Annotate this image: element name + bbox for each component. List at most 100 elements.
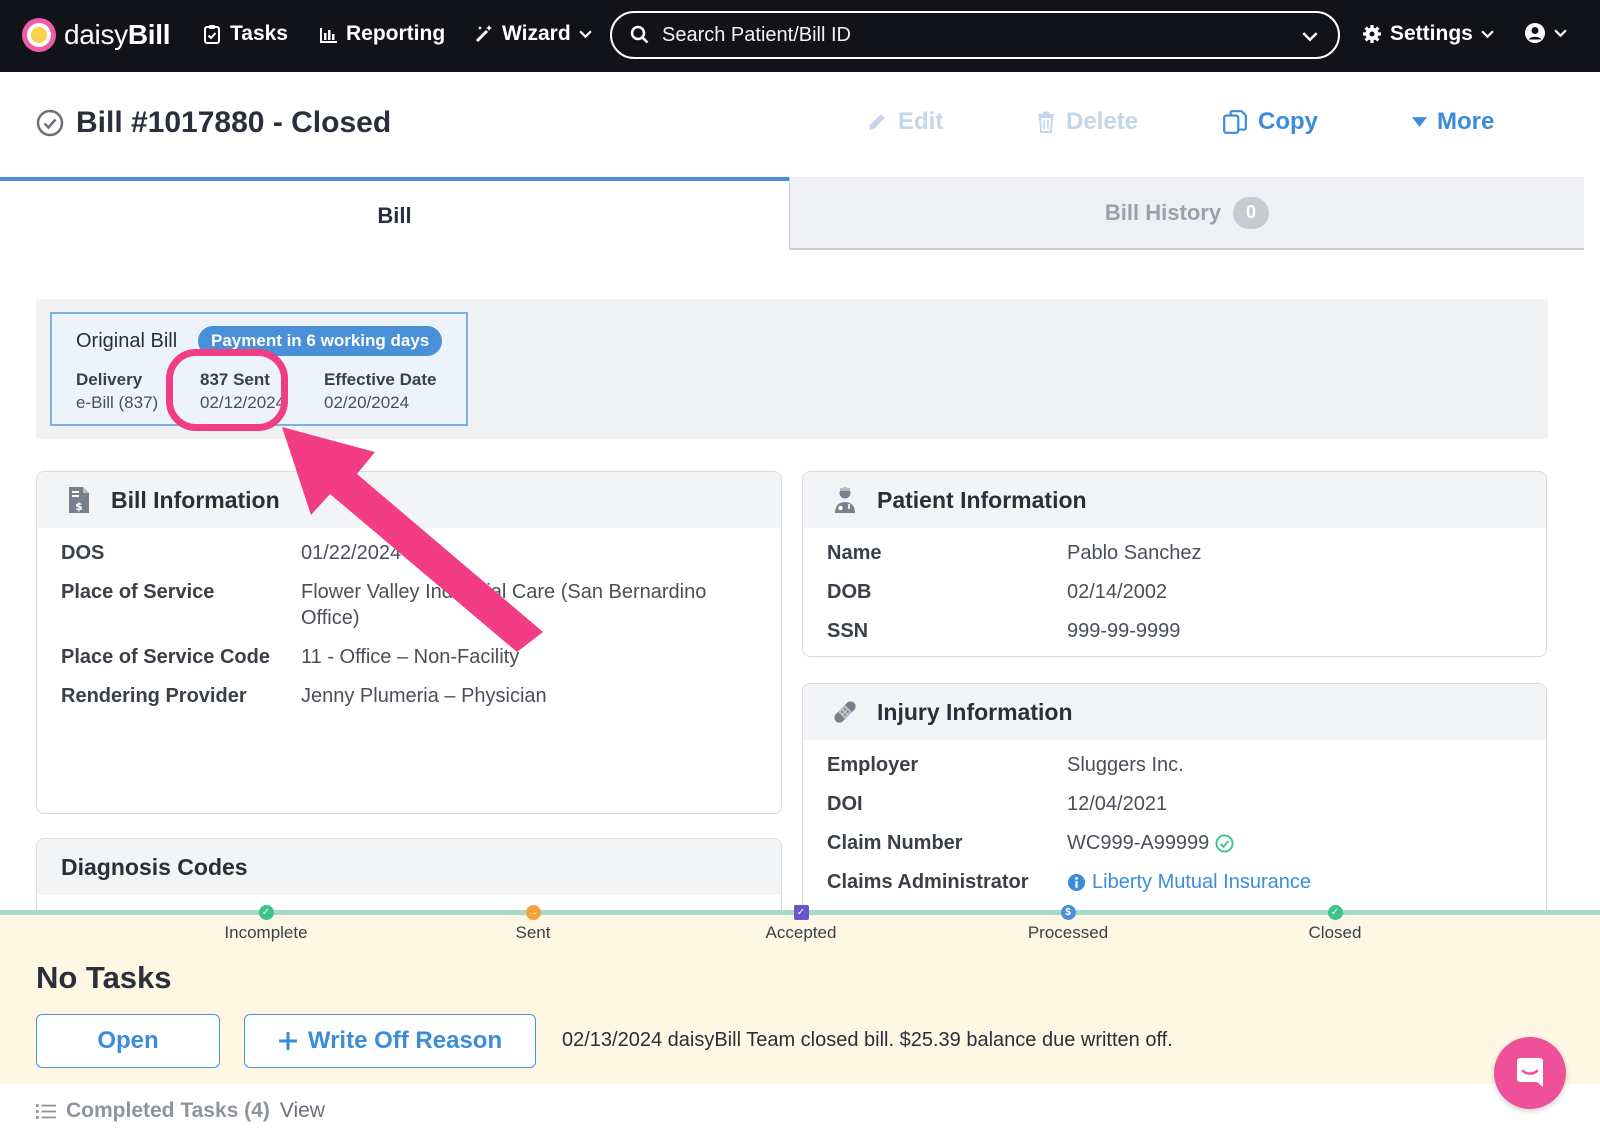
chat-icon — [1517, 1058, 1543, 1087]
circle-check-icon — [36, 109, 64, 137]
status-step-processed: $ Processed — [1027, 905, 1109, 942]
bar-chart-icon — [320, 28, 337, 43]
diagnosis-codes-header: Diagnosis Codes — [37, 839, 781, 895]
caret-down-icon — [1412, 117, 1427, 127]
nav-tasks[interactable]: Tasks — [202, 22, 288, 46]
tab-bill[interactable]: Bill — [0, 177, 789, 250]
patient-name-value: Pablo Sanchez — [1067, 542, 1202, 564]
nav-tasks-label: Tasks — [230, 22, 288, 45]
patient-information-panel: Patient Information Name Pablo Sanchez D… — [802, 471, 1547, 657]
dob-value: 02/14/2002 — [1067, 581, 1168, 603]
claims-administrator-label: Claims Administrator — [827, 871, 1029, 893]
user-avatar-icon — [1525, 23, 1545, 43]
pencil-icon — [869, 114, 885, 130]
top-nav: daisyBill Tasks Reporting Wizard Setting… — [0, 0, 1600, 72]
claim-number-label: Claim Number — [827, 832, 963, 854]
verified-check-icon — [1215, 834, 1234, 853]
completed-tasks-label: Completed Tasks (4) — [66, 1099, 270, 1122]
bandage-icon — [834, 701, 856, 723]
plus-icon — [278, 1032, 297, 1050]
doi-label: DOI — [827, 793, 863, 815]
copy-button[interactable]: Copy — [1222, 108, 1318, 136]
check-box-icon: ✓ — [793, 905, 809, 920]
place-of-service-code-label: Place of Service Code — [61, 646, 270, 668]
status-step-sent: → Sent — [515, 905, 551, 942]
brand-name: daisyBill — [64, 19, 171, 50]
page-title: Bill #1017880 - Closed — [36, 106, 391, 140]
completed-tasks-view-link[interactable]: View — [280, 1099, 325, 1123]
patient-name-label: Name — [827, 542, 882, 564]
svg-text:$: $ — [75, 500, 83, 513]
delivery-field: Delivery e-Bill (837) — [76, 370, 159, 412]
search-dropdown-chevron-icon[interactable] — [1302, 32, 1318, 42]
clipboard-check-icon — [204, 25, 220, 44]
write-off-reason-button[interactable]: Write Off Reason — [244, 1014, 536, 1068]
ssn-value: 999-99-9999 — [1067, 620, 1181, 642]
search-bar[interactable] — [610, 11, 1340, 59]
bill-tabs: Bill Bill History 0 — [0, 177, 1584, 250]
copy-icon — [1223, 110, 1247, 134]
injury-information-panel: Injury Information Employer Sluggers Inc… — [802, 683, 1547, 933]
nav-settings-label: Settings — [1390, 22, 1473, 45]
arrow-icon: → — [525, 905, 541, 920]
ssn-label: SSN — [827, 620, 869, 642]
delete-button[interactable]: Delete — [1036, 108, 1138, 136]
status-step-accepted: ✓ Accepted — [765, 905, 837, 942]
place-of-service-label: Place of Service — [61, 581, 215, 603]
original-bill-title: Original Bill — [76, 330, 178, 352]
status-step-incomplete: ✓ Incomplete — [224, 905, 308, 942]
nav-wizard[interactable]: Wizard — [474, 22, 592, 46]
chevron-down-icon — [578, 29, 592, 38]
task-activity-note: 02/13/2024 daisyBill Team closed bill. $… — [562, 1029, 1173, 1051]
check-icon: ✓ — [258, 905, 274, 920]
tab-bill-history[interactable]: Bill History 0 — [789, 177, 1584, 250]
status-step-closed: ✓ Closed — [1308, 905, 1362, 942]
bill-title: Bill #1017880 - Closed — [76, 106, 392, 139]
nav-wizard-label: Wizard — [502, 22, 571, 45]
place-of-service-code-value: 11 - Office – Non-Facility — [301, 646, 520, 668]
open-button[interactable]: Open — [36, 1014, 220, 1068]
invoice-dollar-icon: $ — [69, 487, 89, 513]
place-of-service-value-continued: Office) — [301, 607, 360, 629]
list-icon — [36, 1103, 56, 1119]
nav-settings[interactable]: Settings — [1362, 22, 1494, 46]
info-icon — [1067, 873, 1086, 892]
daisybill-logo[interactable]: daisyBill — [22, 18, 171, 52]
highlight-ring-annotation — [166, 349, 288, 431]
completed-tasks-row[interactable]: Completed Tasks (4) View — [36, 1099, 325, 1123]
trash-icon — [1038, 111, 1054, 133]
bill-history-count-badge: 0 — [1233, 196, 1270, 229]
edit-button[interactable]: Edit — [866, 108, 943, 136]
chat-support-button[interactable] — [1494, 1037, 1566, 1109]
patient-information-header: Patient Information — [803, 472, 1546, 528]
dos-value: 01/22/2024 — [301, 542, 402, 564]
employer-label: Employer — [827, 754, 919, 776]
check-icon: ✓ — [1327, 905, 1343, 920]
daisy-flower-icon — [22, 18, 56, 52]
patient-icon — [835, 487, 855, 513]
dollar-icon: $ — [1060, 905, 1076, 920]
rendering-provider-value: Jenny Plumeria – Physician — [301, 685, 547, 707]
chevron-down-icon — [1554, 28, 1567, 37]
nav-reporting[interactable]: Reporting — [318, 22, 445, 46]
place-of-service-value: Flower Valley Industrial Care (San Berna… — [301, 581, 707, 603]
injury-information-header: Injury Information — [803, 684, 1546, 740]
magic-wand-icon — [475, 25, 492, 43]
more-button[interactable]: More — [1412, 108, 1494, 136]
dos-label: DOS — [61, 542, 105, 564]
doi-value: 12/04/2021 — [1067, 793, 1168, 815]
gear-icon — [1363, 25, 1381, 43]
nav-reporting-label: Reporting — [346, 22, 446, 45]
rendering-provider-label: Rendering Provider — [61, 685, 247, 707]
user-menu[interactable] — [1524, 22, 1567, 44]
chevron-down-icon — [1481, 29, 1494, 38]
effective-date-field: Effective Date 02/20/2024 — [324, 370, 437, 412]
claims-administrator-link[interactable]: Liberty Mutual Insurance — [1067, 871, 1311, 894]
employer-value: Sluggers Inc. — [1067, 754, 1184, 776]
bill-information-panel: $ Bill Information DOS 01/22/2024 Place … — [36, 471, 782, 814]
bill-information-header: $ Bill Information — [37, 472, 781, 528]
search-input[interactable] — [662, 23, 1282, 47]
search-icon — [630, 25, 649, 44]
dob-label: DOB — [827, 581, 872, 603]
claim-number-value: WC999-A99999 — [1067, 832, 1234, 855]
